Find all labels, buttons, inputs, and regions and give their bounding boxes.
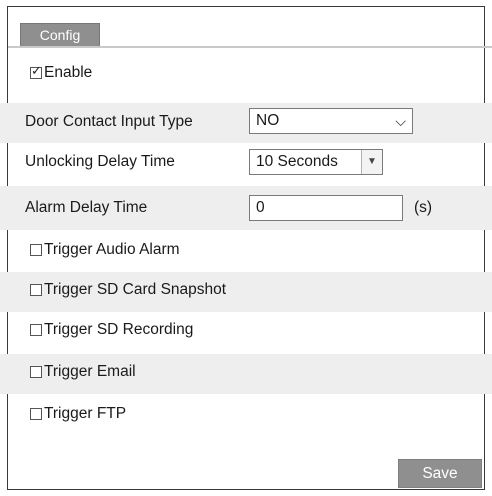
chevron-down-icon: ⌵ — [395, 113, 406, 129]
unlocking-delay-label: Unlocking Delay Time — [25, 153, 175, 170]
tab-bar: Config — [8, 8, 492, 48]
door-contact-row: Door Contact Input Type NO ⌵ — [0, 103, 492, 143]
trigger-email-label: Trigger Email — [44, 363, 136, 380]
save-button[interactable]: Save — [398, 459, 482, 488]
enable-label: Enable — [44, 64, 93, 81]
unlocking-delay-value: 10 Seconds — [256, 153, 338, 170]
tab-config[interactable]: Config — [20, 23, 100, 46]
trigger-sd-card-snapshot-checkbox[interactable] — [30, 284, 42, 296]
alarm-delay-unit: (s) — [414, 199, 433, 216]
alarm-delay-input[interactable]: 0 — [249, 195, 403, 221]
enable-checkbox[interactable] — [30, 63, 42, 79]
door-contact-value: NO — [256, 112, 280, 129]
trigger-sd-recording-row: Trigger SD Recording — [0, 312, 492, 352]
door-contact-select[interactable]: NO ⌵ — [249, 108, 413, 134]
enable-row: Enable — [0, 60, 492, 90]
unlocking-delay-select[interactable]: 10 Seconds ▼ — [249, 149, 383, 175]
alarm-delay-label: Alarm Delay Time — [25, 199, 148, 216]
trigger-ftp-checkbox[interactable] — [30, 408, 42, 420]
unlocking-delay-row: Unlocking Delay Time 10 Seconds ▼ — [0, 144, 492, 182]
trigger-audio-alarm-row: Trigger Audio Alarm — [0, 232, 492, 272]
trigger-sd-card-snapshot-label: Trigger SD Card Snapshot — [44, 281, 227, 298]
trigger-email-row: Trigger Email — [0, 354, 492, 394]
alarm-delay-row: Alarm Delay Time 0 (s) — [0, 186, 492, 230]
trigger-audio-alarm-checkbox[interactable] — [30, 244, 42, 256]
trigger-sd-recording-label: Trigger SD Recording — [44, 321, 194, 338]
door-contact-label: Door Contact Input Type — [25, 113, 193, 130]
trigger-ftp-row: Trigger FTP — [0, 396, 492, 436]
dropdown-arrow-icon[interactable]: ▼ — [361, 150, 382, 174]
trigger-email-checkbox[interactable] — [30, 366, 42, 378]
trigger-sd-recording-checkbox[interactable] — [30, 324, 42, 336]
trigger-ftp-label: Trigger FTP — [44, 405, 127, 422]
trigger-sd-card-snapshot-row: Trigger SD Card Snapshot — [0, 272, 492, 312]
trigger-audio-alarm-label: Trigger Audio Alarm — [44, 241, 180, 258]
